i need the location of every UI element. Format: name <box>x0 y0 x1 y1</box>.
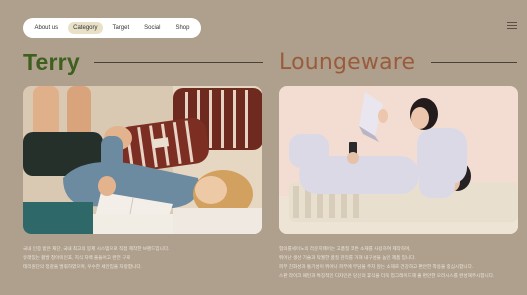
hamburger-menu-icon[interactable] <box>507 22 517 30</box>
loungeware-caption-line: 협의를세이노의 라운지웨어는 고품질 코튼 소재를 사용하여 제작하며, <box>279 246 411 251</box>
loungeware-photo-illustration <box>279 86 518 234</box>
terry-caption-line: 유래있는 활발 청아미인포, 지식 자백 플들어고 완전 구로 <box>23 255 131 260</box>
loungeware-caption-line: 뛰어난 생산 기술과 탁월한 품질 관리를 거쳐 내구성을 높인 제품 입니다. <box>279 255 416 260</box>
nav-category[interactable]: Category <box>68 22 103 34</box>
loungeware-title-divider <box>431 61 517 63</box>
terry-caption-line: 국내 인증 받은 재단, 국내 최고의 봉제 시스템으로 직접 제작한 브랜드입… <box>23 246 170 251</box>
loungeware-caption: 협의를세이노의 라운지웨어는 고품질 코튼 소재를 사용하여 제작하며, 뛰어난… <box>279 244 519 280</box>
top-nav: About us Category Target Social Shop <box>23 18 201 38</box>
nav-target[interactable]: Target <box>107 22 134 34</box>
loungeware-caption-line: 스판 라이크 패턴과 특징적인 디자인은 당신의 휴식을 더욱 업그레이드해 줄… <box>279 273 495 278</box>
loungeware-section: Loungeware 협의를세이노의 라운지웨어는 고품질 코튼 소재를 사용하… <box>279 48 519 278</box>
terry-title-divider <box>93 61 263 63</box>
nav-social[interactable]: Social <box>139 22 165 34</box>
terry-caption: 국내 인증 받은 재단, 국내 최고의 봉제 시스템으로 직접 제작한 브랜드입… <box>23 244 263 271</box>
loungeware-title: Loungeware <box>279 49 416 75</box>
loungeware-caption-line: 피부 친화성과 통기성이 뛰어나 피부에 부담을 주지 않는 소재로 건강하고 … <box>279 264 474 269</box>
nav-about-us[interactable]: About us <box>29 22 63 34</box>
nav-shop[interactable]: Shop <box>170 22 194 34</box>
terry-photo[interactable] <box>23 86 262 234</box>
loungeware-title-row: Loungeware <box>279 48 519 76</box>
terry-photo-illustration <box>23 86 262 234</box>
terry-title: Terry <box>23 48 80 75</box>
terry-title-row: Terry <box>23 48 263 76</box>
terry-section: Terry 국내 인증 받은 재단, 국내 최고의 봉제 시스템으로 직접 제작… <box>23 48 263 269</box>
terry-caption-line: 테리원단의 정갈을 발휘하였으며, 우수한 세안입을 자랑합니다. <box>23 264 142 269</box>
loungeware-photo[interactable] <box>279 86 518 234</box>
